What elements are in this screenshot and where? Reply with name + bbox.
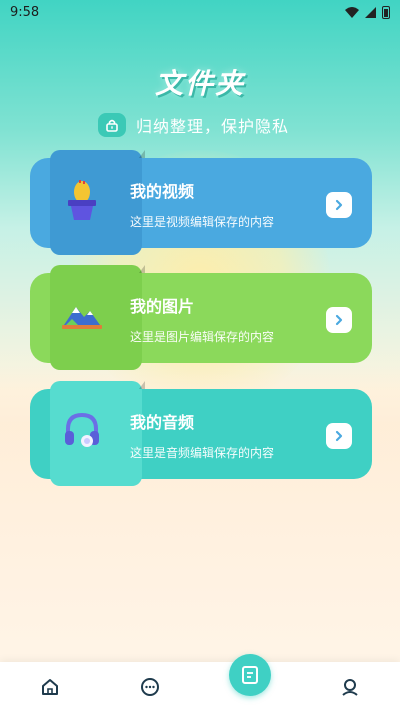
card-title: 我的图片 (130, 297, 195, 316)
mountain-icon (60, 291, 104, 339)
card-fold (139, 381, 145, 389)
subtitle: 归纳整理，保护隐私 (136, 117, 290, 136)
cactus-pot-icon (60, 176, 104, 224)
card-my-audio[interactable]: 我的音频 这里是音频编辑保存的内容 (30, 381, 372, 486)
profile-icon[interactable] (330, 672, 370, 702)
headphones-icon (60, 407, 104, 455)
lock-icon (98, 113, 126, 137)
card-description: 这里是图片编辑保存的内容 (130, 330, 275, 344)
card-fold (139, 150, 145, 158)
card-description: 这里是音频编辑保存的内容 (130, 446, 275, 460)
card-description: 这里是视频编辑保存的内容 (130, 215, 275, 229)
subtitle-row: 归纳整理，保护隐私 (98, 112, 289, 138)
chevron-right-icon[interactable] (326, 423, 352, 449)
card-title: 我的视频 (130, 182, 195, 201)
home-icon[interactable] (30, 672, 70, 702)
status-time: 9:58 (10, 4, 40, 20)
document-icon[interactable] (229, 654, 271, 696)
battery-icon (382, 5, 390, 19)
signal-icon (365, 6, 376, 18)
page-title: 文件夹 (154, 67, 245, 100)
status-bar: 9:58 (0, 0, 400, 24)
card-fold (139, 265, 145, 273)
chevron-right-icon[interactable] (326, 192, 352, 218)
card-my-photos[interactable]: 我的图片 这里是图片编辑保存的内容 (30, 265, 372, 370)
bottom-nav (0, 654, 400, 712)
wifi-icon (345, 6, 359, 18)
status-icons (345, 5, 390, 19)
card-title: 我的音频 (130, 413, 195, 432)
card-my-video[interactable]: 我的视频 这里是视频编辑保存的内容 (30, 150, 372, 255)
chevron-right-icon[interactable] (326, 307, 352, 333)
chat-icon[interactable] (130, 672, 170, 702)
